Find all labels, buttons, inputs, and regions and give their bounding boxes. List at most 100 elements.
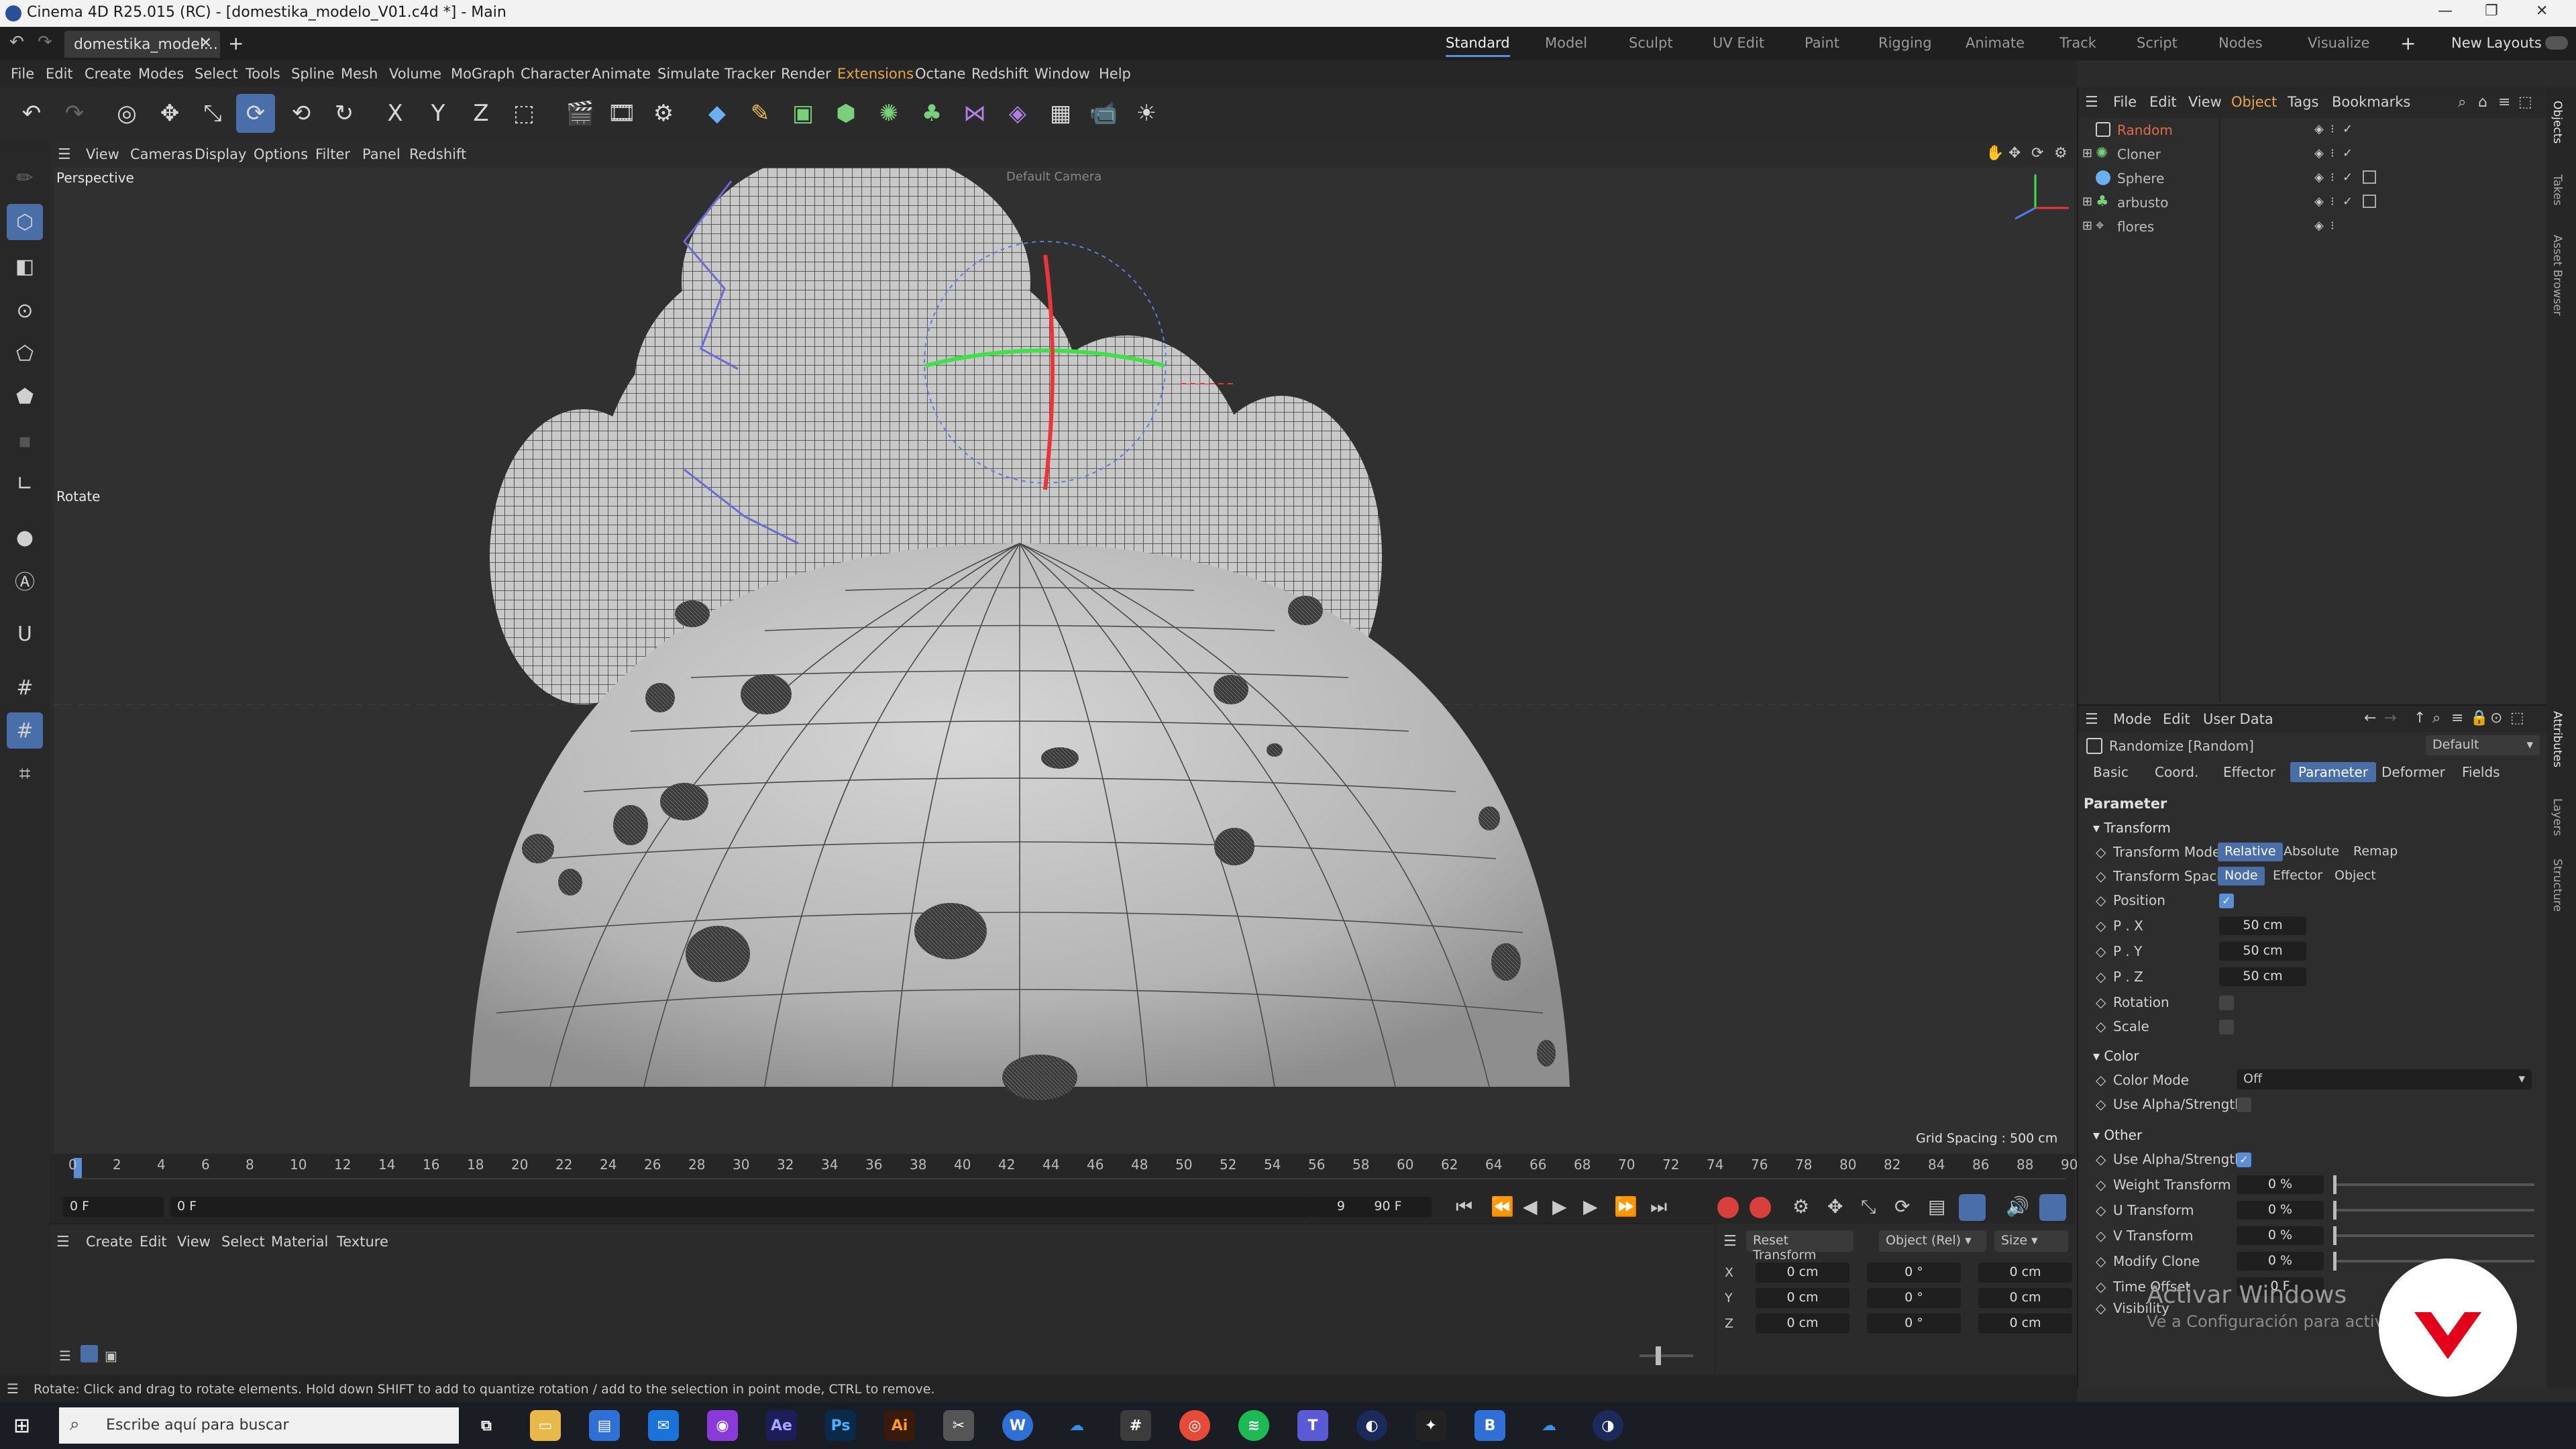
recent-tool-icon[interactable]: ↻ [325,94,364,133]
next-key-icon[interactable]: ⏩ [1614,1195,1638,1218]
expand-plus-icon[interactable]: ⊞ [2082,219,2092,233]
slider-handle[interactable] [2333,1252,2337,1271]
menu-extensions[interactable]: Extensions [837,66,914,82]
other-group-toggle[interactable]: ▾ Other [2093,1127,2142,1143]
attribute-menu-user-data[interactable]: User Data [2203,711,2273,727]
position-y-field[interactable]: 0 cm [1756,1288,1849,1308]
position-z-field[interactable]: 0 cm [1756,1313,1849,1334]
spline-pen-icon[interactable]: ✎ [741,94,780,133]
solo-mode-icon[interactable]: ● [7,519,43,555]
menu-select[interactable]: Select [195,66,238,82]
undo-icon[interactable]: ↶ [12,94,51,133]
store-icon[interactable]: ▤ [589,1410,620,1441]
tab-coord[interactable]: Coord. [2147,762,2206,782]
snipping-tool-icon[interactable]: ✂ [943,1410,974,1441]
cinema4d-taskbar-icon[interactable]: ◐ [1356,1410,1387,1441]
attribute-menu-mode[interactable]: Mode [2113,711,2151,727]
expand-plus-icon[interactable]: ⊞ [2082,146,2092,160]
last-tool-icon[interactable]: ⟲ [282,94,321,133]
points-mode-icon[interactable]: ⊙ [7,292,43,329]
sound-icon[interactable]: 🔊 [2006,1195,2029,1218]
attribute-hamburger-icon[interactable]: ☰ [2085,711,2098,728]
scale-tool-icon[interactable]: ⤡ [193,94,232,133]
viewport-hamburger-icon[interactable]: ☰ [58,146,71,163]
chrome-icon[interactable]: ◎ [1179,1410,1210,1441]
end-frame-field[interactable]: 90 F [1344,1197,1432,1217]
layer-icon[interactable]: ◈ [2314,122,2324,136]
edges-mode-icon[interactable]: ⬠ [7,335,43,372]
weight-transform-input[interactable]: 0 % [2237,1175,2324,1194]
file-explorer-icon[interactable]: ▭ [530,1410,561,1441]
cinema4d-secondary-icon[interactable]: ◑ [1593,1410,1623,1441]
y-axis-icon[interactable]: Y [419,94,458,133]
keyframe-diamond-icon[interactable]: ◇ [2096,1253,2106,1269]
enabled-check-icon[interactable]: ✓ [2343,170,2353,184]
model-mode-icon[interactable]: ⬡ [7,204,43,240]
deformer-icon[interactable]: ⋈ [955,94,994,133]
mode-remap[interactable]: Remap [2347,843,2404,861]
key-position-icon[interactable]: ✥ [1827,1195,1843,1218]
tab-basic[interactable]: Basic [2085,762,2137,782]
menu-render[interactable]: Render [781,66,831,82]
autokey-icon[interactable] [1750,1197,1771,1218]
go-to-end-icon[interactable]: ⏭ [1650,1195,1667,1218]
record-icon[interactable] [1717,1197,1739,1218]
object-menu-file[interactable]: File [2113,94,2137,110]
menu-redshift[interactable]: Redshift [971,66,1028,82]
axis-mode-icon[interactable]: ∟ [7,466,43,502]
layout-sculpt[interactable]: Sculpt [1629,35,1673,51]
slider-handle[interactable] [2333,1201,2337,1220]
document-tab[interactable]: domestika_model... ✕ [64,31,220,58]
workplane-locked-icon[interactable]: # [7,712,43,749]
visibility-dots-icon[interactable]: ⁝ [2330,146,2334,160]
close-icon[interactable]: ✕ [2536,3,2548,19]
menu-animate[interactable]: Animate [592,66,651,82]
up-arrow-icon[interactable]: ↑ [2414,710,2426,727]
workplane-icon[interactable]: # [7,669,43,706]
v-transform-input[interactable]: 0 % [2237,1226,2324,1245]
cube-primitive-icon[interactable]: ◆ [698,94,737,133]
new-tab-button[interactable]: + [228,32,244,54]
bluebeam-icon[interactable]: B [1474,1410,1505,1441]
play-icon[interactable]: ▶ [1552,1195,1567,1218]
expand-plus-icon[interactable]: ⊞ [2082,195,2092,209]
mode-relative[interactable]: Relative [2218,843,2283,861]
layout-uv-edit[interactable]: UV Edit [1713,35,1764,51]
render-picture-viewer-icon[interactable]: 🎞 [602,94,641,133]
onedrive-business-icon[interactable]: ☁ [1534,1410,1564,1441]
zoom-slider[interactable] [1640,1354,1693,1357]
size-x-field[interactable]: 0 cm [1978,1263,2072,1283]
v-slider[interactable] [2333,1226,2534,1245]
attribute-menu-edit[interactable]: Edit [2163,711,2190,727]
material-menu-edit[interactable]: Edit [140,1234,167,1250]
side-tab-attributes[interactable]: Attributes [2551,711,2564,767]
render-settings-icon[interactable]: ⚙ [644,94,683,133]
x-axis-icon[interactable]: X [376,94,415,133]
go-to-start-icon[interactable]: ⏮ [1456,1195,1472,1218]
space-object[interactable]: Object [2328,867,2383,885]
position-x-field[interactable]: 0 cm [1756,1263,1849,1283]
side-tab-asset-browser[interactable]: Asset Browser [2551,235,2564,316]
task-view-icon[interactable]: ⧉ [471,1410,502,1441]
preset-select[interactable]: Default ▾ [2426,735,2540,755]
layout-nodes[interactable]: Nodes [2218,35,2263,51]
key-parameter-icon[interactable]: ▤ [1928,1195,1945,1218]
layer-icon[interactable]: ◈ [2314,195,2324,209]
layout-toggle[interactable] [2545,36,2568,50]
keyframe-diamond-icon[interactable]: ◇ [2096,892,2106,908]
u-transform-input[interactable]: 0 % [2237,1201,2324,1220]
side-tab-takes[interactable]: Takes [2551,174,2564,206]
move-view-icon[interactable]: ✥ [2008,145,2021,162]
reset-transform-button[interactable]: Reset Transform [1746,1230,1854,1263]
object-menu-view[interactable]: View [2188,94,2222,110]
modify-clone-input[interactable]: 0 % [2237,1252,2324,1271]
object-menu-edit[interactable]: Edit [2149,94,2177,110]
visibility-dots-icon[interactable]: ⁝ [2330,170,2334,184]
keyframe-settings-icon[interactable]: ⚙ [1792,1195,1809,1218]
floor-grid-icon[interactable]: ▦ [1041,94,1080,133]
menu-tools[interactable]: Tools [246,66,280,82]
rotation-p-field[interactable]: 0 ° [1867,1288,1961,1308]
tab-deformer[interactable]: Deformer [2373,762,2453,782]
forward-arrow-icon[interactable]: → [2384,710,2396,727]
key-pla-icon[interactable] [1959,1194,1986,1221]
